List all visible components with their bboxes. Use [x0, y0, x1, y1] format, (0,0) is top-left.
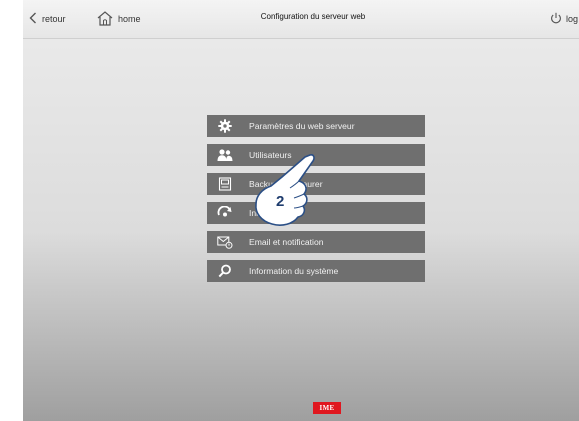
- menu-item-label: Initialiser: [249, 208, 283, 218]
- menu-item-initialize[interactable]: Initialiser: [207, 202, 425, 224]
- menu-item-label: Utilisateurs: [249, 150, 292, 160]
- reset-icon: [207, 202, 243, 224]
- users-icon: [207, 144, 243, 166]
- menu-item-system-info[interactable]: Information du système: [207, 260, 425, 282]
- gear-icon: [207, 115, 243, 137]
- menu-item-label: Email et notification: [249, 237, 324, 247]
- search-icon: [207, 260, 243, 282]
- email-icon: [207, 231, 243, 253]
- menu-item-email-notification[interactable]: Email et notification: [207, 231, 425, 253]
- menu-item-backup-restore[interactable]: Backup / Restaurer: [207, 173, 425, 195]
- home-icon: [97, 10, 113, 28]
- home-label: home: [118, 14, 141, 24]
- menu-item-web-server-settings[interactable]: Paramètres du web serveur: [207, 115, 425, 137]
- menu-item-label: Backup / Restaurer: [249, 179, 323, 189]
- backup-icon: [207, 173, 243, 195]
- back-button[interactable]: retour: [29, 11, 66, 27]
- brand-logo-text: IME: [319, 404, 335, 412]
- top-bar: retour home Configuration du serveur web…: [23, 0, 579, 39]
- config-menu: Paramètres du web serveur Utilisateurs B…: [207, 115, 425, 289]
- home-button[interactable]: home: [97, 10, 141, 28]
- menu-item-users[interactable]: Utilisateurs: [207, 144, 425, 166]
- brand-logo: IME: [313, 402, 341, 414]
- app-screen: retour home Configuration du serveur web…: [23, 0, 579, 421]
- logout-button[interactable]: log: [550, 11, 578, 27]
- logout-label: log: [566, 14, 579, 24]
- menu-item-label: Information du système: [249, 266, 339, 276]
- page-title: Configuration du serveur web: [260, 12, 366, 21]
- menu-item-label: Paramètres du web serveur: [249, 121, 355, 131]
- back-label: retour: [42, 14, 66, 24]
- chevron-left-icon: [29, 12, 37, 26]
- power-icon: [550, 12, 562, 26]
